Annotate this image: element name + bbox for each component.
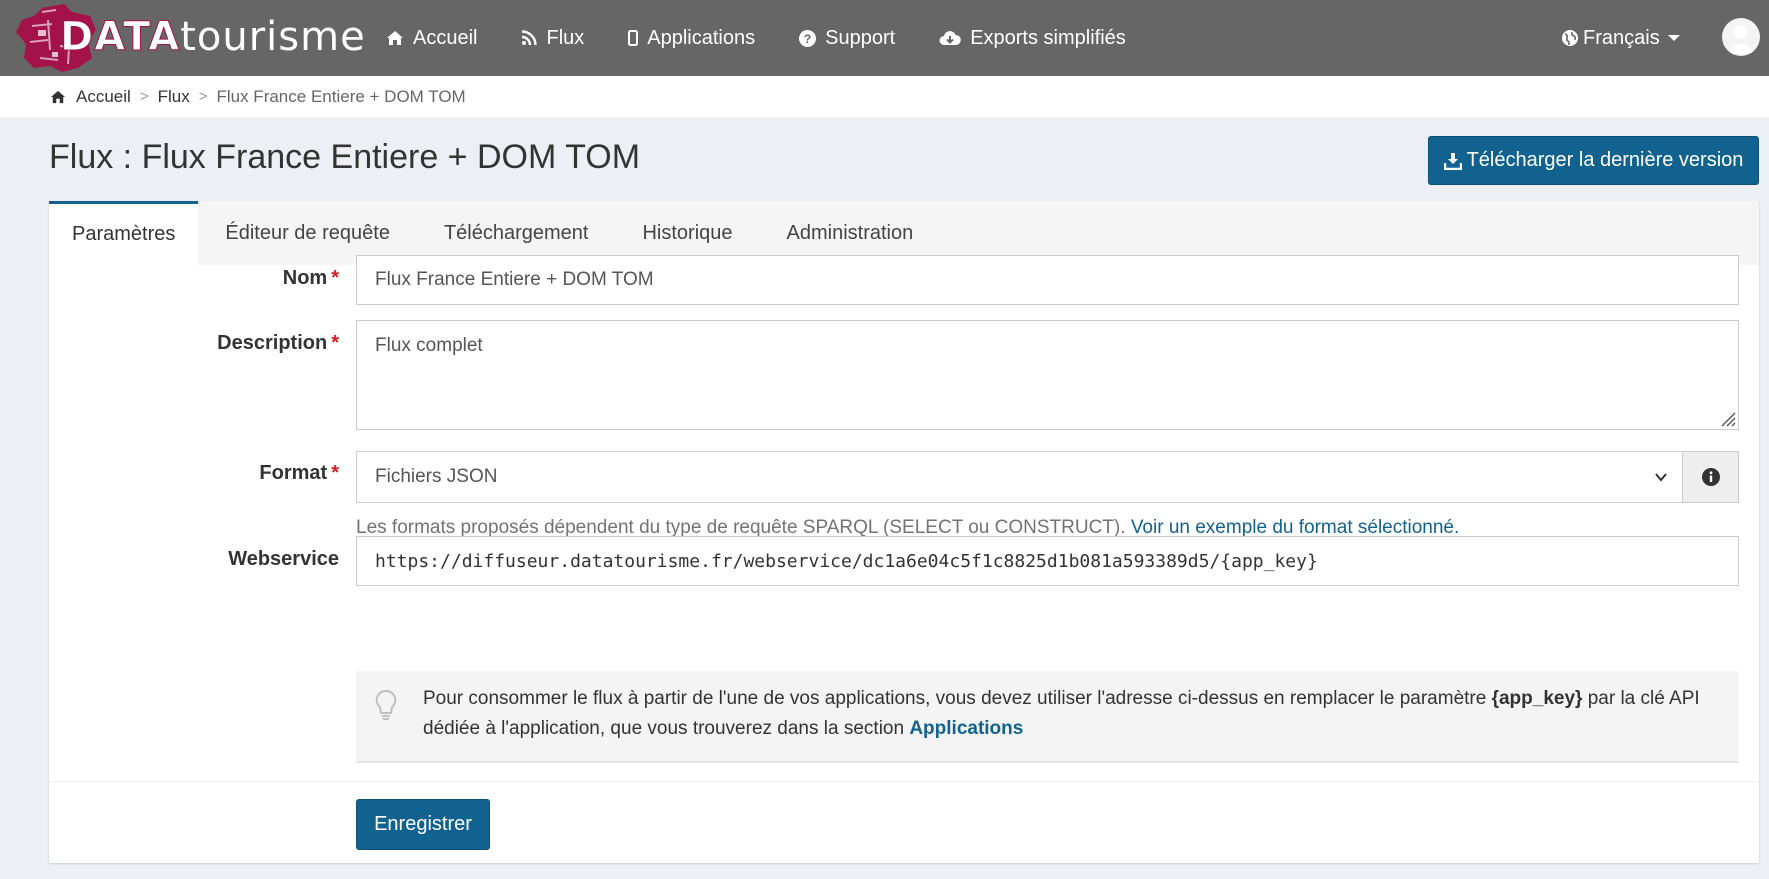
breadcrumb-home[interactable]: Accueil — [76, 87, 131, 107]
description-textarea[interactable]: Flux complet — [356, 320, 1739, 430]
format-help: Les formats proposés dépendent du type d… — [356, 517, 1126, 538]
info-circle-icon — [1701, 468, 1720, 486]
required-marker: * — [331, 462, 339, 484]
svg-text:?: ? — [804, 32, 811, 46]
logo-text-tourisme: tourisme — [180, 14, 366, 60]
webservice-label-text: Webservice — [228, 548, 339, 570]
page-title: Flux : Flux France Entiere + DOM TOM — [49, 138, 641, 176]
lightbulb-icon — [375, 689, 397, 720]
datatourisme-logo[interactable]: DATAtourisme — [8, 0, 365, 76]
callout-param: {app_key} — [1491, 688, 1583, 709]
nom-input[interactable]: Flux France Entiere + DOM TOM — [356, 255, 1739, 305]
format-info-button[interactable] — [1683, 451, 1739, 503]
nav-item-applications[interactable]: Applications — [628, 27, 755, 50]
nom-value: Flux France Entiere + DOM TOM — [375, 269, 654, 290]
format-label: Format * — [149, 462, 339, 485]
download-button-label: Télécharger la dernière version — [1466, 149, 1744, 171]
home-icon — [51, 90, 65, 103]
format-selected-value: Fichiers JSON — [375, 466, 498, 487]
language-label: Français — [1583, 26, 1660, 49]
rss-icon — [522, 30, 538, 46]
cloud-download-icon — [939, 31, 961, 45]
download-icon — [1443, 152, 1462, 170]
format-example-link[interactable]: Voir un exemple du format sélectionné. — [1131, 517, 1459, 538]
user-icon — [1727, 25, 1755, 54]
flux-panel: Paramètres Éditeur de requête Télécharge… — [49, 201, 1759, 863]
breadcrumb-current: Flux France Entiere + DOM TOM — [216, 86, 466, 106]
description-label: Description * — [149, 332, 339, 355]
webservice-label: Webservice — [149, 548, 339, 571]
resize-handle-icon[interactable] — [1718, 409, 1736, 427]
save-button[interactable]: Enregistrer — [356, 799, 490, 850]
nav-item-label: Exports simplifiés — [970, 26, 1126, 49]
format-label-text: Format — [259, 462, 328, 484]
nav-item-support[interactable]: ? Support — [799, 27, 895, 50]
mobile-icon — [628, 30, 639, 46]
globe-icon — [1562, 30, 1578, 46]
nav-item-label: Accueil — [413, 26, 478, 49]
callout-applications-link[interactable]: Applications — [909, 718, 1023, 739]
home-icon — [387, 31, 403, 45]
description-value: Flux complet — [375, 335, 483, 356]
main-nav: Accueil Flux Applications ? Support Expo… — [386, 0, 1170, 76]
nom-label: Nom * — [149, 267, 339, 289]
nav-item-exports[interactable]: Exports simplifiés — [939, 27, 1126, 50]
download-latest-button[interactable]: Télécharger la dernière version — [1428, 136, 1759, 185]
nav-item-label: Flux — [546, 26, 585, 49]
breadcrumb-separator: > — [198, 88, 208, 105]
nom-label-text: Nom — [282, 267, 328, 289]
breadcrumb-separator: > — [139, 88, 149, 105]
breadcrumb-flux[interactable]: Flux — [158, 87, 190, 107]
tab-parametres[interactable]: Paramètres — [49, 201, 199, 265]
nav-item-label: Support — [825, 26, 896, 49]
callout-text: Pour consommer le flux à partir de l'une… — [423, 684, 1723, 744]
nav-item-flux[interactable]: Flux — [521, 27, 584, 50]
logo-wordmark: DATAtourisme — [59, 14, 366, 61]
description-label-text: Description — [217, 332, 328, 354]
webservice-url-value: https://diffuseur.datatourisme.fr/webser… — [375, 550, 1318, 572]
required-marker: * — [331, 332, 339, 354]
caret-down-icon — [1667, 35, 1680, 41]
user-avatar[interactable] — [1722, 18, 1760, 56]
top-navbar: DATAtourisme Accueil Flux Applications ?… — [0, 0, 1769, 76]
chevron-down-icon — [1655, 473, 1667, 482]
language-dropdown[interactable]: Français — [1562, 0, 1680, 76]
breadcrumb: Accueil > Flux > Flux France Entiere + D… — [0, 76, 1769, 117]
required-marker: * — [331, 267, 339, 289]
logo-text-data: DATA — [59, 14, 181, 61]
question-circle-icon: ? — [799, 29, 817, 47]
nav-item-accueil[interactable]: Accueil — [386, 27, 477, 50]
webservice-url-input[interactable]: https://diffuseur.datatourisme.fr/webser… — [356, 536, 1739, 586]
format-select[interactable]: Fichiers JSON — [356, 451, 1683, 503]
nav-item-label: Applications — [647, 26, 756, 49]
form-footer-divider — [49, 781, 1759, 782]
webservice-help-callout: Pour consommer le flux à partir de l'une… — [356, 671, 1739, 763]
callout-part1: Pour consommer le flux à partir de l'une… — [423, 688, 1492, 709]
